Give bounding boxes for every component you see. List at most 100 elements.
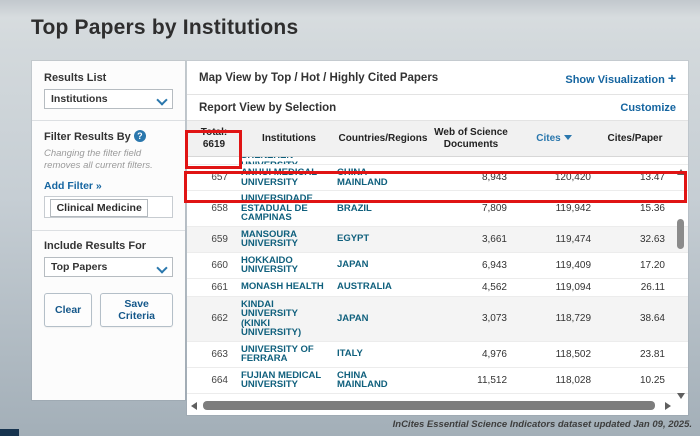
sidebar-divider [32, 230, 185, 231]
results-list-value: Institutions [51, 93, 108, 105]
table-row[interactable]: 660 HOKKAIDO UNIVERSITY JAPAN 6,943 119,… [187, 253, 688, 279]
row-rank: 659 [187, 234, 241, 245]
total-header-cell: Total: 6619 [187, 127, 241, 150]
row-institution: SHENZHEN UNIVERSITY [241, 157, 337, 164]
row-cites: 119,474 [513, 234, 595, 245]
map-view-title: Map View by Top / Hot / Highly Cited Pap… [199, 72, 438, 84]
col-header-cites[interactable]: Cites [513, 133, 595, 145]
report-view-title: Report View by Selection [199, 102, 336, 114]
row-country: JAPAN [337, 260, 429, 270]
corner-decoration [0, 429, 19, 436]
row-cites-per-paper: 38.64 [595, 313, 675, 324]
sidebar-divider [32, 120, 185, 121]
scroll-up-icon[interactable] [677, 169, 685, 175]
include-results-value: Top Papers [51, 261, 107, 273]
row-country: EGYPT [337, 234, 429, 244]
row-documents: 3,073 [429, 313, 513, 324]
row-cites-per-paper: 23.81 [595, 349, 675, 360]
row-country: ITALY [337, 349, 429, 359]
page-title: Top Papers by Institutions [31, 16, 298, 40]
table-row[interactable]: 661 MONASH HEALTH AUSTRALIA 4,562 119,09… [187, 279, 688, 297]
results-list-dropdown[interactable]: Institutions [44, 89, 173, 109]
col-header-documents[interactable]: Web of Science Documents [429, 127, 513, 150]
filter-field[interactable]: Clinical Medicine [44, 196, 173, 218]
row-cites: 119,942 [513, 203, 595, 214]
row-country: CHINA MAINLAND [337, 168, 429, 187]
plus-icon: + [668, 70, 676, 86]
row-cites-per-paper: 32.63 [595, 234, 675, 245]
row-rank: 661 [187, 282, 241, 293]
table-row[interactable]: 659 MANSOURA UNIVERSITY EGYPT 3,661 119,… [187, 227, 688, 253]
table-row-partial[interactable]: SHENZHEN UNIVERSITY [187, 157, 688, 165]
row-documents: 4,562 [429, 282, 513, 293]
row-country: CHINA MAINLAND [337, 371, 429, 390]
table-row[interactable]: 657 ANHUI MEDICAL UNIVERSITY CHINA MAINL… [187, 165, 688, 191]
filter-value-chip[interactable]: Clinical Medicine [50, 199, 148, 217]
col-header-institutions[interactable]: Institutions [241, 133, 337, 145]
row-documents: 11,512 [429, 375, 513, 386]
row-institution[interactable]: ANHUI MEDICAL UNIVERSITY [241, 168, 337, 187]
row-cites: 118,502 [513, 349, 595, 360]
row-documents: 4,976 [429, 349, 513, 360]
row-cites-per-paper: 15.36 [595, 203, 675, 214]
scroll-down-icon[interactable] [677, 393, 685, 399]
table-row[interactable]: 658 UNIVERSIDADE ESTADUAL DE CAMPINAS BR… [187, 191, 688, 227]
row-institution[interactable]: UNIVERSIDADE ESTADUAL DE CAMPINAS [241, 194, 337, 223]
sort-desc-icon [564, 135, 572, 140]
row-rank: 658 [187, 203, 241, 214]
scroll-left-icon[interactable] [191, 402, 197, 410]
row-institution[interactable]: UNIVERSITY OF FERRARA [241, 345, 337, 364]
row-country: BRAZIL [337, 204, 429, 214]
chevron-down-icon [158, 263, 166, 271]
row-institution[interactable]: MONASH HEALTH [241, 282, 337, 292]
table-header-row: Total: 6619 Institutions Countries/Regio… [187, 121, 688, 157]
clear-button[interactable]: Clear [44, 293, 92, 327]
row-institution[interactable]: MANSOURA UNIVERSITY [241, 230, 337, 249]
row-institution[interactable]: HOKKAIDO UNIVERSITY [241, 256, 337, 275]
row-cites: 119,409 [513, 260, 595, 271]
row-cites-per-paper: 10.25 [595, 375, 675, 386]
include-results-dropdown[interactable]: Top Papers [44, 257, 173, 277]
add-filter-link[interactable]: Add Filter » [44, 180, 173, 192]
row-rank: 663 [187, 349, 241, 360]
row-rank: 657 [187, 172, 241, 183]
horizontal-scroll-thumb[interactable] [203, 401, 655, 410]
table-row[interactable]: 663 UNIVERSITY OF FERRARA ITALY 4,976 11… [187, 342, 688, 368]
filter-hint-text: Changing the filter field removes all cu… [44, 148, 173, 173]
horizontal-scrollbar[interactable] [191, 401, 671, 410]
filters-sidebar: Results List Institutions Filter Results… [32, 61, 185, 400]
row-rank: 664 [187, 375, 241, 386]
show-visualization-link[interactable]: Show Visualization+ [565, 70, 676, 86]
dataset-update-note: InCites Essential Science Indicators dat… [393, 419, 692, 430]
row-cites-per-paper: 26.11 [595, 282, 675, 293]
row-cites: 119,094 [513, 282, 595, 293]
row-rank: 660 [187, 260, 241, 271]
row-cites-per-paper: 13.47 [595, 172, 675, 183]
col-header-countries[interactable]: Countries/Regions [337, 133, 429, 145]
help-icon[interactable]: ? [134, 130, 146, 142]
scroll-right-icon[interactable] [665, 402, 671, 410]
row-cites-per-paper: 17.20 [595, 260, 675, 271]
table-row[interactable]: 662 KINDAI UNIVERSITY (KINKI UNIVERSITY)… [187, 297, 688, 342]
row-cites: 118,729 [513, 313, 595, 324]
row-documents: 3,661 [429, 234, 513, 245]
filter-results-by-label: Filter Results By? [44, 130, 173, 143]
row-documents: 6,943 [429, 260, 513, 271]
table-body: SHENZHEN UNIVERSITY 657 ANHUI MEDICAL UN… [187, 157, 688, 399]
row-documents: 7,809 [429, 203, 513, 214]
col-header-cites-per-paper[interactable]: Cites/Paper [595, 133, 675, 145]
table-row[interactable]: 664 FUJIAN MEDICAL UNIVERSITY CHINA MAIN… [187, 368, 688, 394]
row-cites: 118,028 [513, 375, 595, 386]
row-country: JAPAN [337, 314, 429, 324]
row-rank: 662 [187, 313, 241, 324]
row-institution[interactable]: KINDAI UNIVERSITY (KINKI UNIVERSITY) [241, 300, 337, 338]
report-panel: Map View by Top / Hot / Highly Cited Pap… [187, 61, 688, 415]
vertical-scroll-thumb[interactable] [677, 219, 684, 249]
row-cites: 120,420 [513, 172, 595, 183]
chevron-down-icon [158, 95, 166, 103]
vertical-scrollbar[interactable] [676, 161, 686, 399]
save-criteria-button[interactable]: Save Criteria [100, 293, 173, 327]
row-institution[interactable]: FUJIAN MEDICAL UNIVERSITY [241, 371, 337, 390]
customize-link[interactable]: Customize [620, 102, 676, 114]
results-list-label: Results List [44, 72, 173, 84]
